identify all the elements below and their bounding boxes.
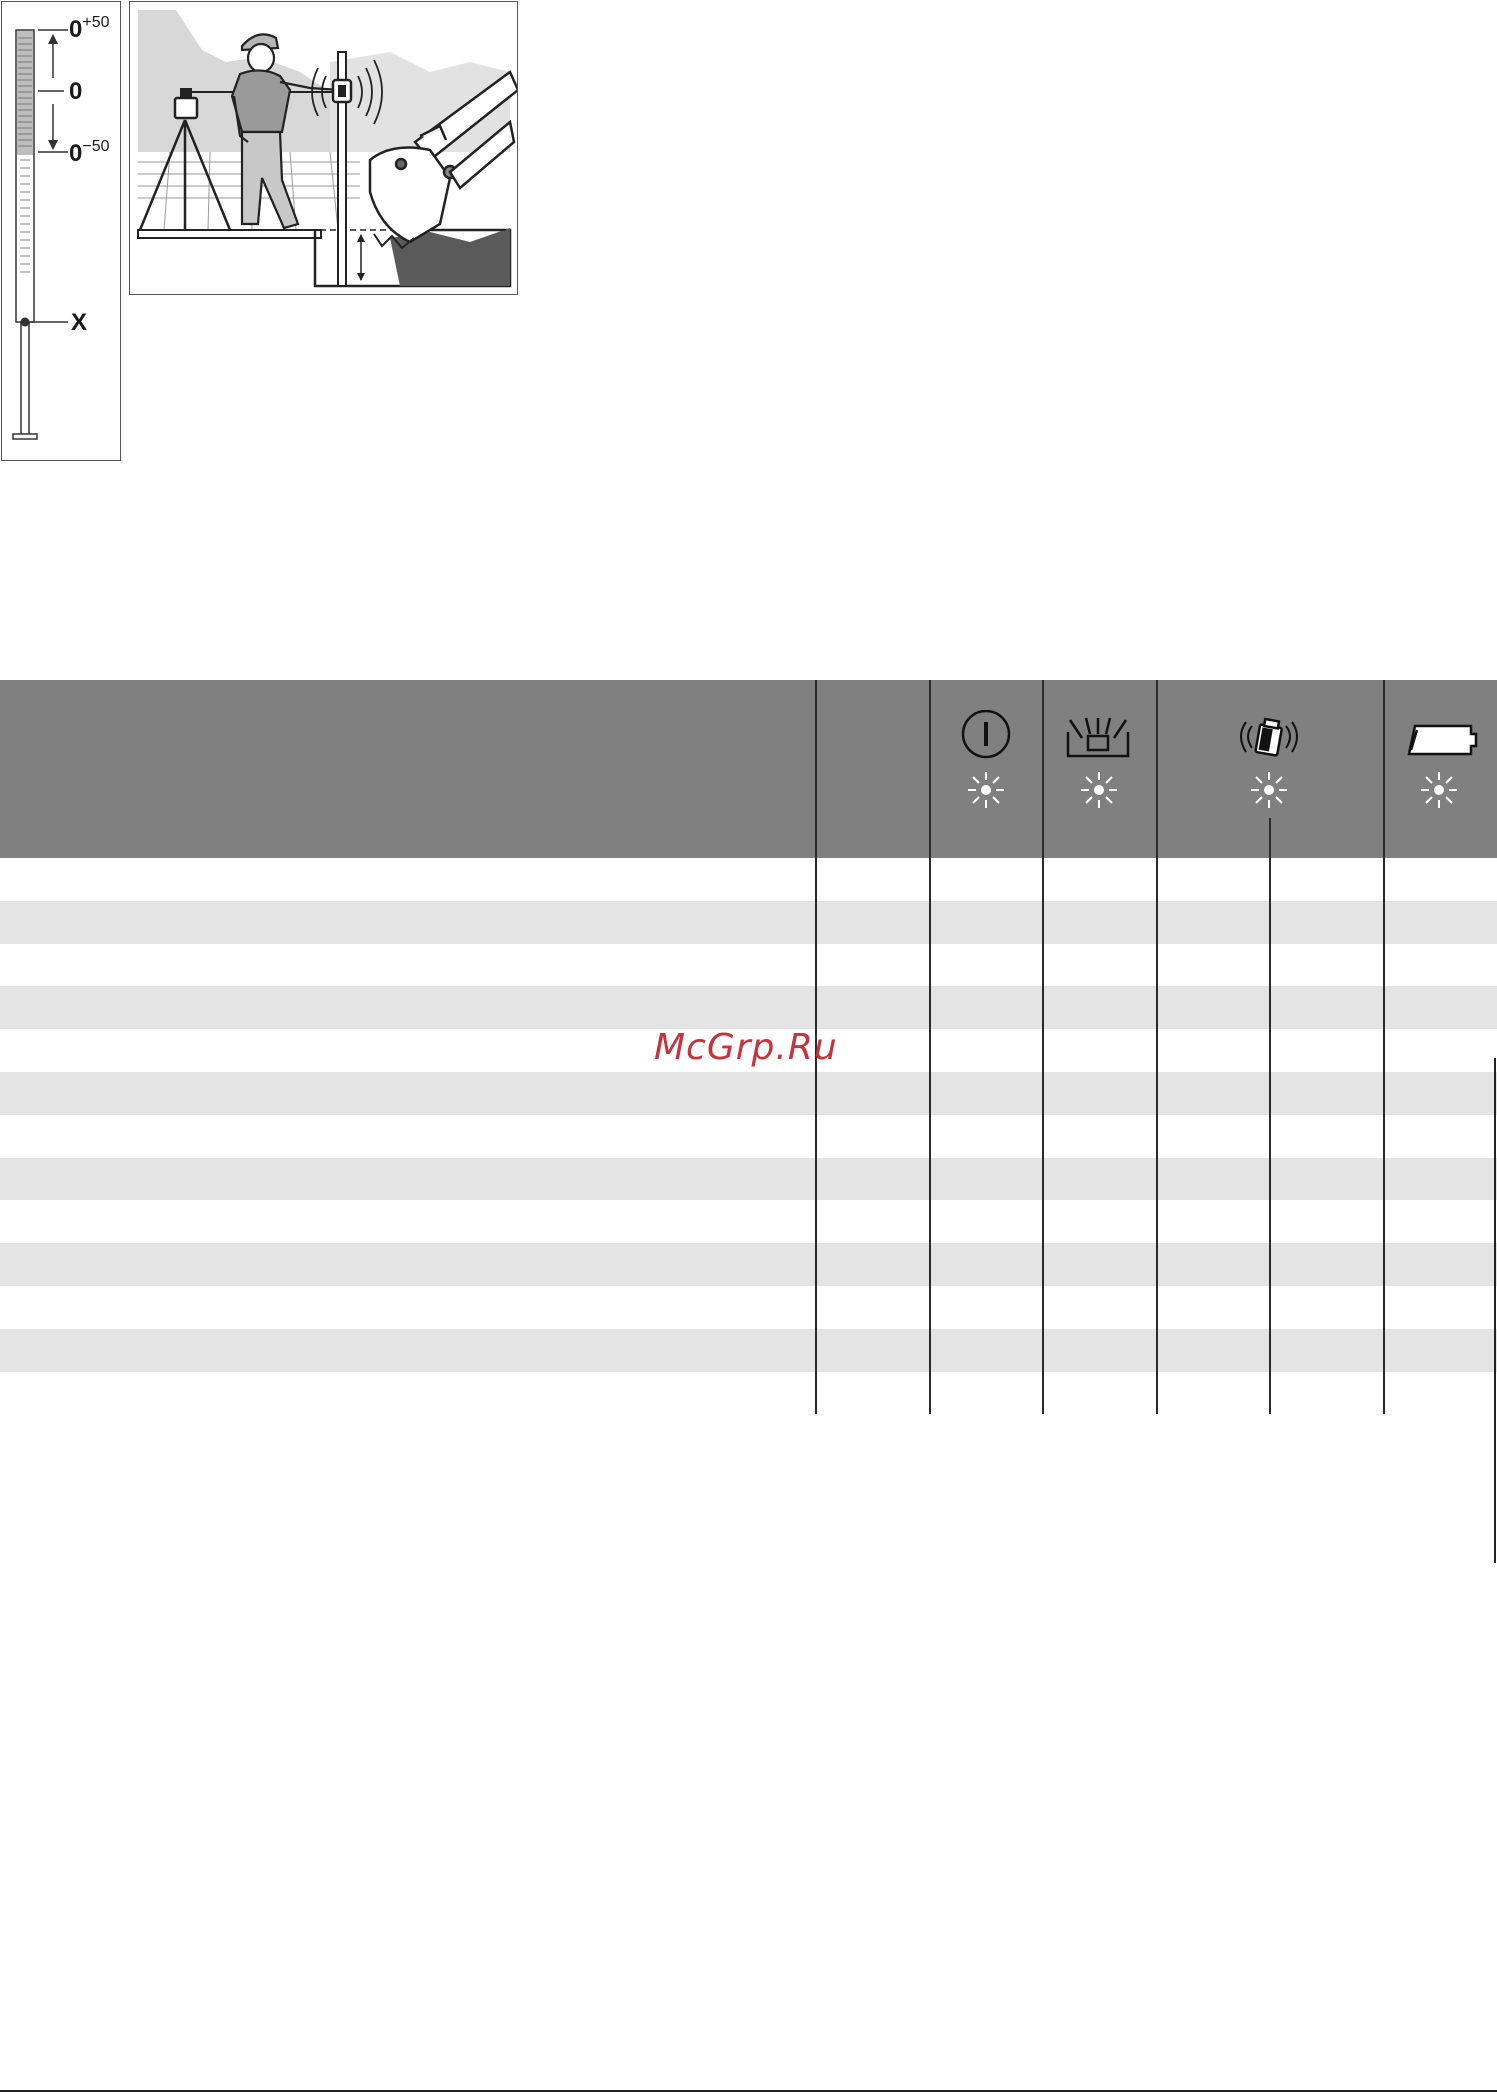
table-row (0, 1072, 1497, 1115)
led-blink-icon (968, 772, 1004, 808)
led-blink-icon (1421, 772, 1457, 808)
table-header (0, 680, 1497, 858)
rotating-beam-icon (1066, 717, 1130, 758)
column-divider (1042, 680, 1044, 1414)
staff-label-plus50: 0+50 (69, 14, 110, 43)
jobsite-illustration (137, 10, 517, 288)
table-row (0, 1243, 1497, 1286)
staff-figure: 0+50 0 0−50 X (1, 1, 121, 461)
column-divider (1156, 680, 1158, 1414)
page-edge-rule (1494, 1058, 1496, 1563)
jobsite-figure (129, 1, 518, 295)
table-row (0, 1157, 1497, 1201)
staff-label-minus50: 0−50 (69, 138, 110, 167)
table-row (0, 1328, 1497, 1372)
table-row (0, 1372, 1497, 1415)
staff-illustration (12, 29, 68, 440)
watermark: McGrp.Ru (654, 1027, 838, 1068)
staff-label-zero: 0 (69, 78, 83, 105)
led-blink-icon (1081, 772, 1117, 808)
table-row (0, 944, 1497, 987)
table-row (0, 1115, 1497, 1158)
table-row (0, 1200, 1497, 1243)
tilt-alert-icon (1240, 717, 1298, 757)
column-divider (929, 680, 931, 1414)
staff-label-x: X (71, 309, 88, 336)
column-divider (1269, 818, 1271, 1414)
led-blink-icon (1251, 772, 1287, 808)
column-divider (1383, 680, 1385, 1414)
table-row (0, 858, 1497, 901)
battery-icon (1407, 724, 1478, 756)
table-row (0, 1286, 1497, 1329)
table-row (0, 900, 1497, 944)
table-row (0, 986, 1497, 1030)
page-bottom-rule (0, 2090, 1497, 2092)
